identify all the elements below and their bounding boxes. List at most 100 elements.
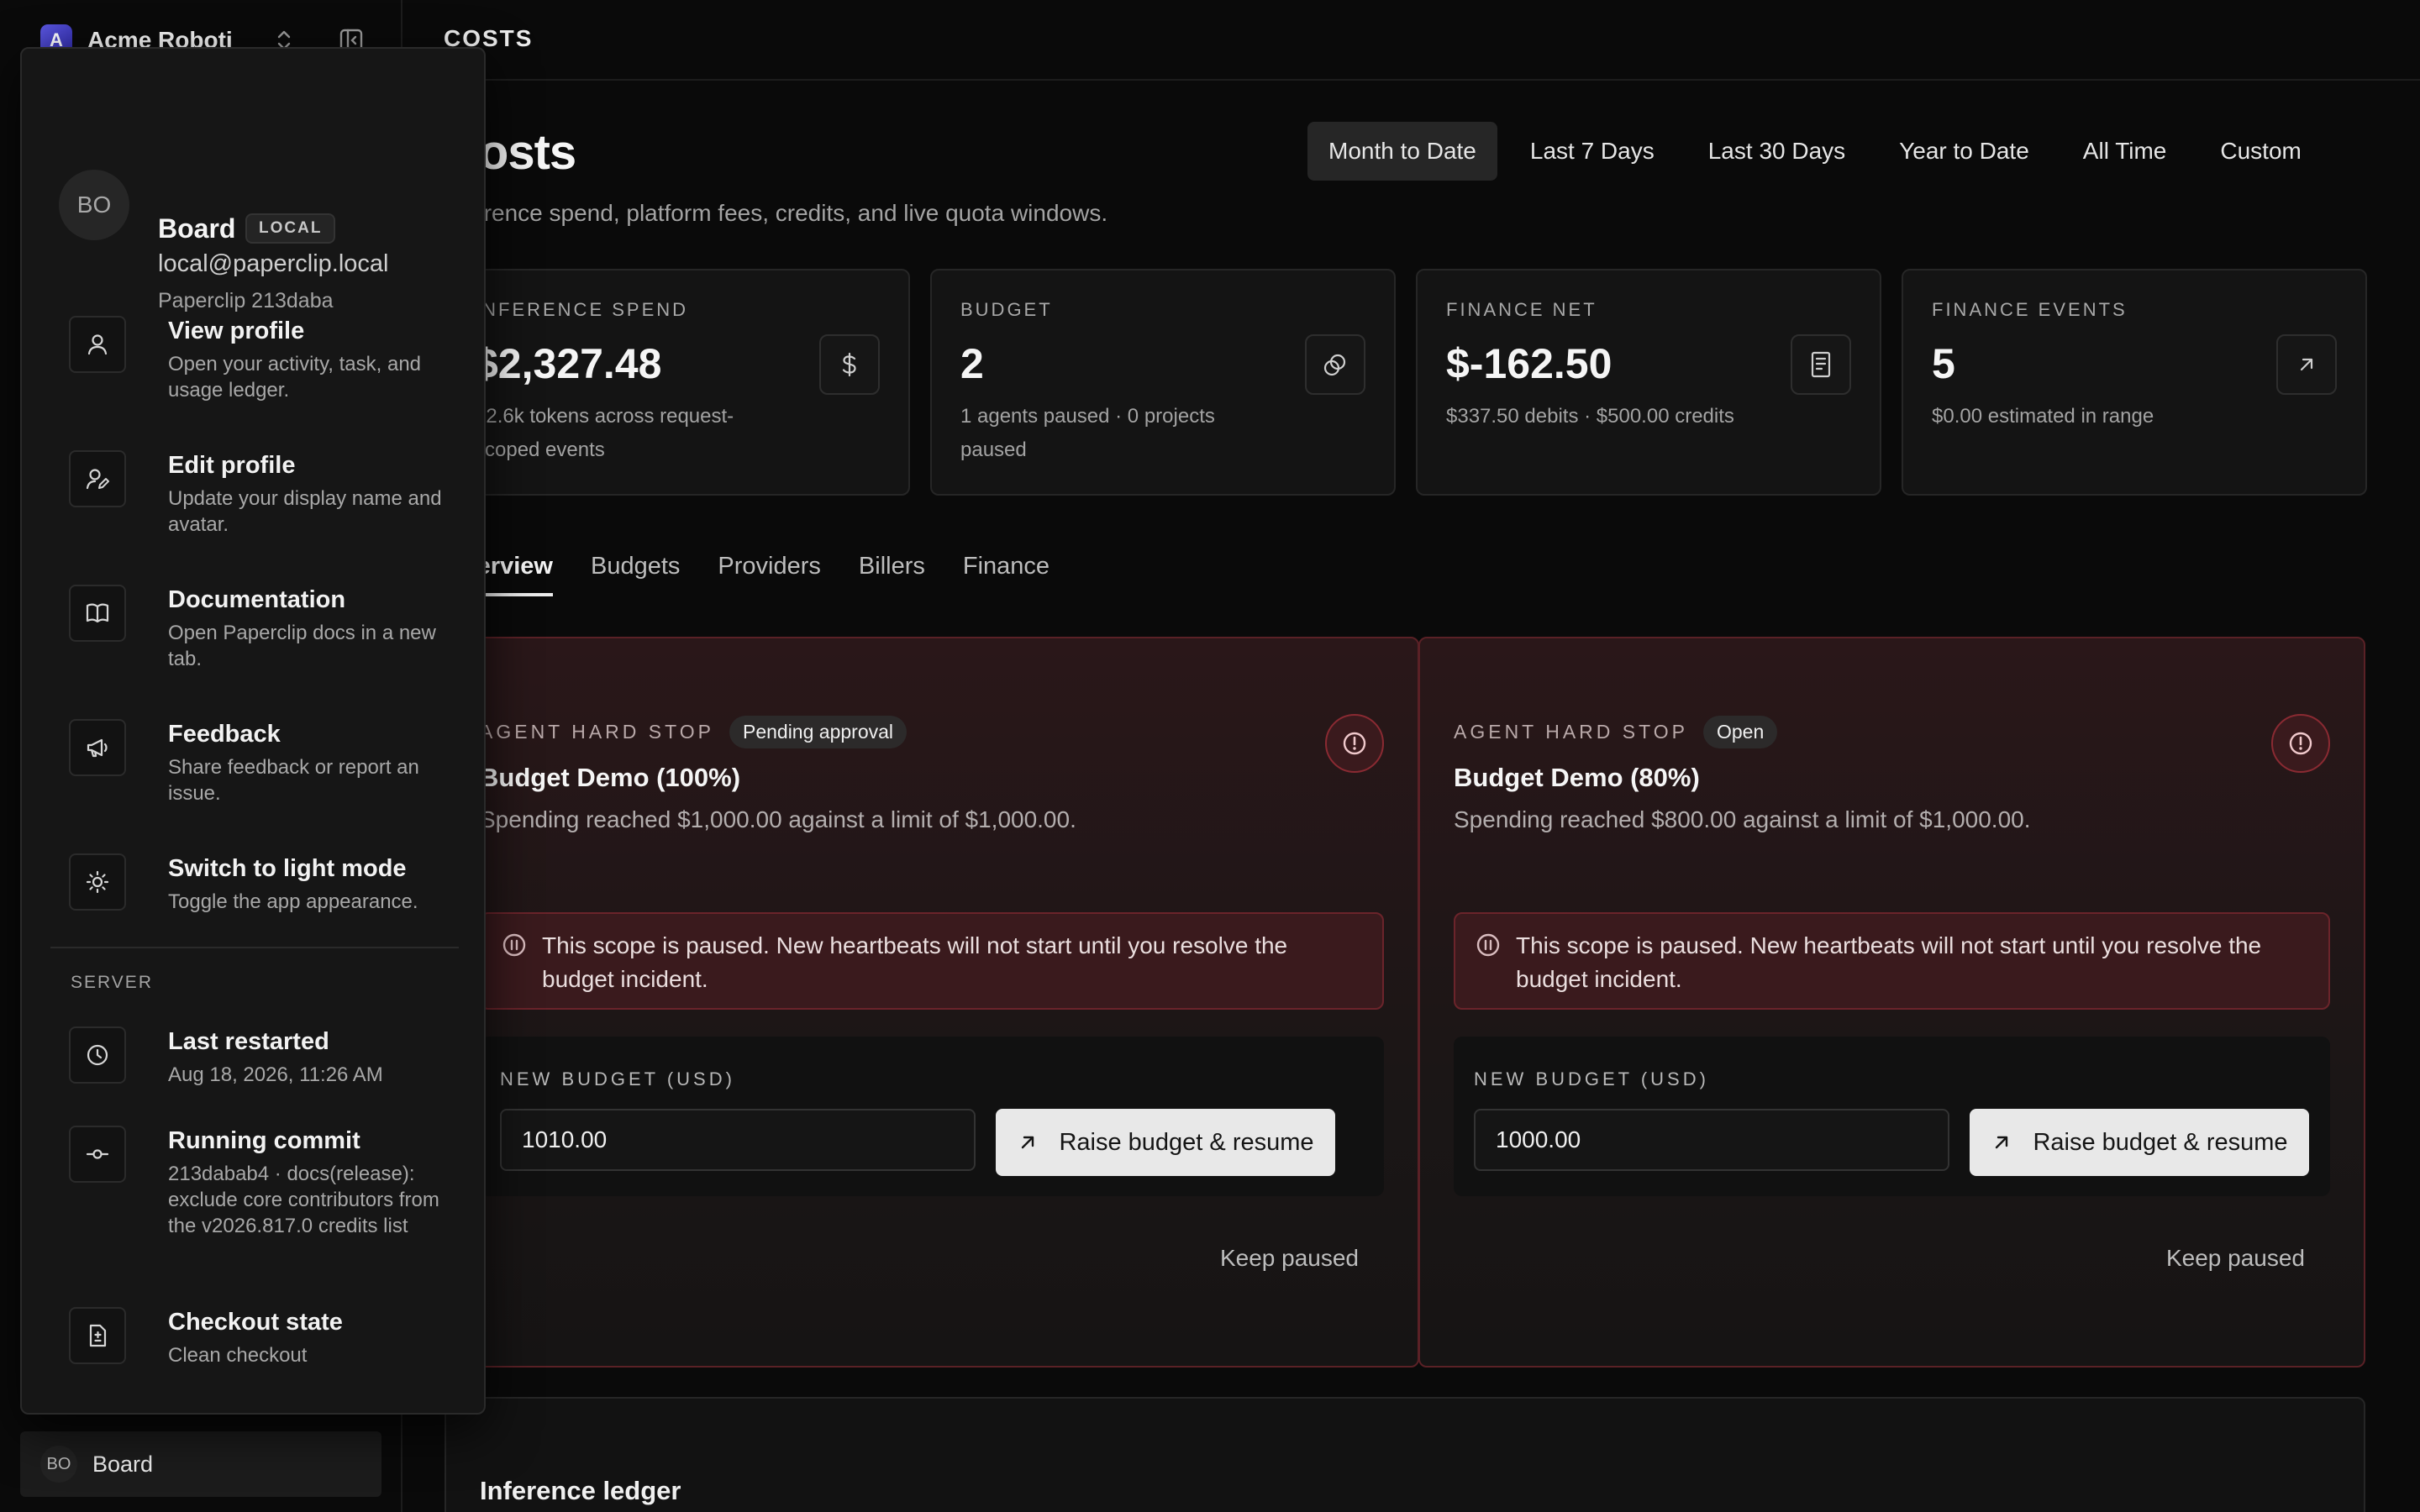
new-budget-input[interactable] (500, 1109, 976, 1171)
git-commit-icon (69, 1126, 126, 1183)
menu-item-desc: Open your activity, task, and usage ledg… (168, 353, 422, 402)
raise-budget-form: NEW BUDGET (USD) Raise budget & resume (480, 1037, 1384, 1196)
pause-circle-icon (500, 931, 529, 969)
server-item-title: Running commit (168, 1127, 360, 1154)
menu-item-title: Switch to light mode (168, 855, 407, 882)
stat-label: BUDGET (960, 299, 1053, 320)
profile-instance: Paperclip 213daba (158, 289, 334, 312)
range-custom[interactable]: Custom (2199, 122, 2322, 181)
book-icon (69, 585, 126, 642)
incident-kicker: AGENT HARD STOP (1454, 721, 1688, 743)
user-name: Board (92, 1451, 154, 1477)
paused-notice-text: This scope is paused. New heartbeats wil… (1516, 932, 2262, 992)
paused-notice-text: This scope is paused. New heartbeats wil… (542, 932, 1288, 992)
stat-card-finance-net: FINANCE NET $-162.50 $337.50 debits · $5… (1416, 269, 1881, 496)
divider (50, 947, 459, 948)
raise-budget-button[interactable]: Raise budget & resume (1970, 1109, 2309, 1176)
server-item-title: Checkout state (168, 1309, 343, 1336)
link-coin-icon (1305, 334, 1365, 395)
profile-name: Board (158, 213, 236, 244)
incident-description: Spending reached $800.00 against a limit… (1454, 806, 2031, 832)
stat-note: 1 agents paused · 0 projects paused (960, 405, 1215, 461)
receipt-icon (1791, 334, 1851, 395)
section-label-server: SERVER (71, 973, 153, 992)
alert-circle-icon (1325, 714, 1384, 773)
stat-label: INFERENCE SPEND (475, 299, 689, 320)
stat-label: FINANCE EVENTS (1932, 299, 2128, 320)
incident-header: AGENT HARD STOP Open (1454, 716, 1778, 748)
stat-note: 32.6k tokens across request-scoped event… (475, 405, 734, 461)
arrow-up-right-icon (2276, 334, 2337, 395)
megaphone-icon (69, 719, 126, 776)
range-year-to-date[interactable]: Year to Date (1878, 122, 2050, 181)
keep-paused-button[interactable]: Keep paused (2166, 1245, 2305, 1272)
budget-incident-card: AGENT HARD STOP Open Budget Demo (80%) S… (1418, 637, 2365, 1368)
range-all-time[interactable]: All Time (2062, 122, 2188, 181)
sidebar-user-button[interactable]: BO Board (20, 1431, 381, 1497)
arrow-up-right-icon (1996, 1136, 2008, 1149)
range-last-7-days[interactable]: Last 7 Days (1509, 122, 1676, 181)
paused-notice: This scope is paused. New heartbeats wil… (480, 912, 1384, 1010)
menu-item-title: Documentation (168, 586, 346, 613)
tab-finance[interactable]: Finance (963, 544, 1050, 596)
costs-tabs: Overview Budgets Providers Billers Finan… (445, 544, 1087, 596)
incident-header: AGENT HARD STOP Pending approval (480, 716, 908, 748)
tab-budgets[interactable]: Budgets (591, 544, 680, 596)
server-item-title: Last restarted (168, 1028, 329, 1055)
menu-item-desc: Open Paperclip docs in a new tab. (168, 622, 436, 670)
range-month-to-date[interactable]: Month to Date (1307, 122, 1497, 181)
date-range-selector: Month to Date Last 7 Days Last 30 Days Y… (1307, 122, 2334, 181)
incident-kicker: AGENT HARD STOP (480, 721, 714, 743)
status-badge: Pending approval (729, 716, 908, 748)
incident-title: Budget Demo (100%) (480, 763, 741, 792)
new-budget-label: NEW BUDGET (USD) (500, 1068, 735, 1089)
range-last-30-days[interactable]: Last 30 Days (1687, 122, 1866, 181)
incident-description: Spending reached $1,000.00 against a lim… (480, 806, 1076, 832)
menu-item-desc: Share feedback or report an issue. (168, 756, 419, 805)
raise-budget-button[interactable]: Raise budget & resume (996, 1109, 1335, 1176)
new-budget-label: NEW BUDGET (USD) (1474, 1068, 1709, 1089)
keep-paused-button[interactable]: Keep paused (1220, 1245, 1359, 1272)
incident-title: Budget Demo (80%) (1454, 763, 1700, 792)
new-budget-input[interactable] (1474, 1109, 1949, 1171)
paused-notice: This scope is paused. New heartbeats wil… (1454, 912, 2330, 1010)
stat-note: $0.00 estimated in range (1932, 405, 2154, 428)
inference-ledger: Inference ledger (445, 1397, 2365, 1512)
menu-item-desc: Update your display name and avatar. (168, 487, 442, 536)
menu-item-title: View profile (168, 318, 305, 344)
local-badge: LOCAL (245, 213, 336, 244)
stat-card-inference-spend: INFERENCE SPEND $2,327.48 32.6k tokens a… (445, 269, 910, 496)
raise-budget-label: Raise budget & resume (1059, 1128, 1314, 1156)
server-item-desc: 213dabab4 · docs(release): exclude core … (168, 1163, 439, 1237)
avatar: BO (40, 1446, 77, 1483)
clock-icon (69, 1026, 126, 1084)
server-item-desc: Clean checkout (168, 1344, 308, 1367)
menu-item-desc: Toggle the app appearance. (168, 890, 418, 913)
stat-card-budget: BUDGET 2 1 agents paused · 0 projects pa… (930, 269, 1396, 496)
profile-email: local@paperclip.local (158, 250, 389, 277)
user-pen-icon (69, 450, 126, 507)
arrow-up-right-icon (1022, 1136, 1034, 1149)
ledger-title: Inference ledger (480, 1476, 681, 1505)
raise-budget-form: NEW BUDGET (USD) Raise budget & resume (1454, 1037, 2330, 1196)
menu-item-title: Feedback (168, 721, 281, 748)
menu-item-title: Edit profile (168, 452, 296, 479)
avatar: BO (59, 170, 129, 240)
top-bar: COSTS (404, 0, 2420, 81)
server-item-desc: Aug 18, 2026, 11:26 AM (168, 1063, 383, 1086)
stat-label: FINANCE NET (1446, 299, 1597, 320)
alert-circle-icon (2271, 714, 2330, 773)
pause-circle-icon (1474, 931, 1502, 969)
stat-card-finance-events: FINANCE EVENTS 5 $0.00 estimated in rang… (1902, 269, 2367, 496)
dollar-icon (819, 334, 880, 395)
raise-budget-label: Raise budget & resume (2033, 1128, 2288, 1156)
budget-incident-card: AGENT HARD STOP Pending approval Budget … (445, 637, 1419, 1368)
sun-icon (69, 853, 126, 911)
file-diff-icon (69, 1307, 126, 1364)
page-subtitle: Inference spend, platform fees, credits,… (445, 200, 1108, 226)
tab-billers[interactable]: Billers (859, 544, 925, 596)
tab-providers[interactable]: Providers (718, 544, 821, 596)
account-menu: BO Board LOCAL local@paperclip.local Pap… (20, 47, 486, 1415)
user-icon (69, 316, 126, 373)
status-badge: Open (1702, 716, 1778, 748)
